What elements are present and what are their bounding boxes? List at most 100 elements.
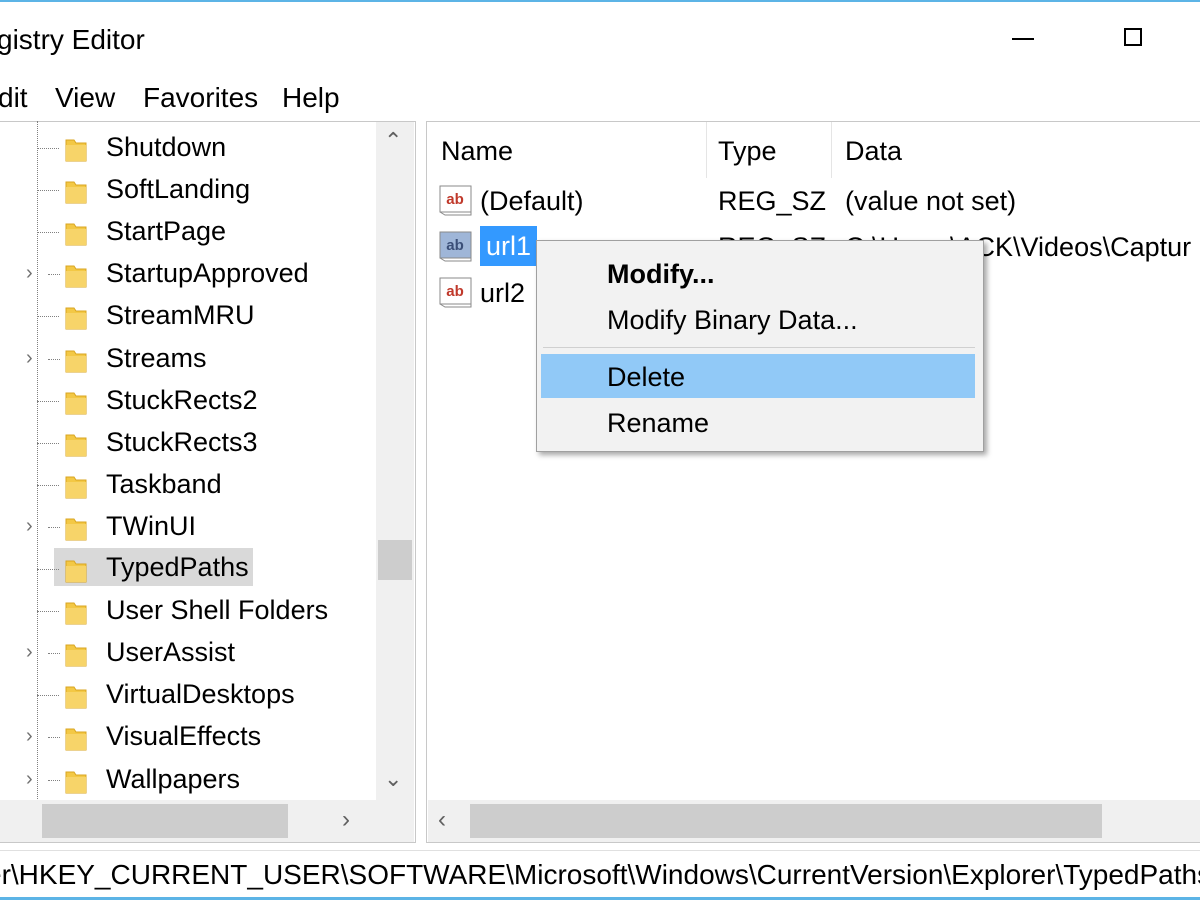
menu-separator: [543, 347, 975, 348]
tree-item[interactable]: Taskband: [0, 463, 376, 505]
folder-icon: [65, 139, 87, 162]
folder-icon: [65, 265, 87, 288]
string-value-icon: ab: [439, 231, 472, 262]
tree-item-label: Taskband: [106, 468, 222, 499]
maximize-button[interactable]: [1124, 28, 1142, 46]
column-header-data[interactable]: Data: [845, 136, 902, 167]
tree-item-label: StuckRects2: [106, 384, 258, 415]
chevron-right-icon[interactable]: ›: [26, 262, 33, 285]
tree-item[interactable]: › TWinUI: [0, 505, 376, 547]
tree-item-label: UserAssist: [106, 637, 236, 668]
tree-item[interactable]: TypedPaths: [0, 547, 376, 589]
tree-connector: [48, 779, 60, 781]
tree-item-label: StreamMRU: [106, 300, 255, 331]
tree-item-label: User Shell Folders: [106, 595, 329, 626]
list-hscroll-thumb[interactable]: [470, 804, 1102, 838]
menu-item-label: Rename: [607, 408, 710, 438]
status-bar: er\HKEY_CURRENT_USER\SOFTWARE\Microsoft\…: [0, 850, 1200, 899]
menu-view[interactable]: View: [55, 82, 115, 114]
folder-icon: [65, 307, 87, 330]
tree-connector: [48, 737, 60, 739]
tree-item[interactable]: › VisualEffects: [0, 715, 376, 757]
tree-item[interactable]: StuckRects3: [0, 421, 376, 463]
menu-help[interactable]: Help: [282, 82, 340, 114]
tree-item-label: SoftLanding: [106, 174, 251, 205]
tree-connector: [48, 653, 60, 655]
menu-item-modify-binary[interactable]: Modify Binary Data...: [541, 297, 975, 341]
tree-scroll-thumb[interactable]: [378, 540, 412, 580]
tree-item[interactable]: › Streams: [0, 337, 376, 379]
menu-item-rename[interactable]: Rename: [541, 400, 975, 444]
tree-item-label: TWinUI: [106, 510, 196, 541]
folder-icon: [65, 602, 87, 625]
list-horizontal-scrollbar[interactable]: ‹: [428, 800, 1200, 842]
string-value-icon: ab: [439, 277, 472, 308]
menu-item-delete[interactable]: Delete: [541, 354, 975, 398]
folder-icon: [65, 686, 87, 709]
tree-item-label: StartupApproved: [106, 258, 309, 289]
tree-hscroll-thumb[interactable]: [42, 804, 288, 838]
value-type: REG_SZ: [718, 186, 827, 216]
folder-icon: [65, 181, 87, 204]
context-menu: Modify... Modify Binary Data... Delete R…: [536, 240, 984, 452]
values-list-pane[interactable]: Name Type Data ab (Default) REG_SZ (value n…: [426, 121, 1200, 843]
chevron-right-icon[interactable]: ›: [26, 768, 33, 791]
svg-text:ab: ab: [446, 237, 464, 254]
value-data: (value not set): [845, 186, 1017, 216]
tree-connector: [37, 316, 59, 318]
chevron-right-icon[interactable]: ›: [26, 515, 33, 538]
menu-edit[interactable]: dit: [0, 82, 28, 114]
menu-item-modify[interactable]: Modify...: [541, 251, 975, 295]
menu-favorites[interactable]: Favorites: [143, 82, 258, 114]
tree-connector: [48, 526, 60, 528]
registry-value-row[interactable]: ab (Default) REG_SZ (value not set): [427, 180, 1200, 224]
tree-item[interactable]: Shutdown: [0, 126, 376, 168]
folder-icon: [65, 518, 87, 541]
tree-connector: [37, 695, 59, 697]
scroll-left-icon[interactable]: ‹: [438, 806, 446, 834]
menu-item-label: Modify...: [607, 259, 715, 289]
column-separator[interactable]: [831, 122, 832, 178]
menu-bar: dit View Favorites Help: [0, 74, 1200, 118]
tree-item-label: VisualEffects: [106, 721, 262, 752]
tree-connector: [37, 232, 59, 234]
tree-item[interactable]: StuckRects2: [0, 379, 376, 421]
tree-item-label: Shutdown: [106, 132, 227, 162]
tree-pane[interactable]: Shutdown SoftLanding StartPage › StartupAppr…: [0, 121, 416, 843]
window-title: gistry Editor: [0, 24, 145, 55]
tree-item[interactable]: StreamMRU: [0, 294, 376, 336]
tree-item[interactable]: › UserAssist: [0, 631, 376, 673]
value-name: url2: [480, 278, 526, 308]
minimize-button[interactable]: [1012, 38, 1034, 40]
folder-icon: [65, 434, 87, 457]
chevron-right-icon[interactable]: ›: [26, 347, 33, 370]
scroll-up-icon[interactable]: ⌃: [384, 128, 402, 154]
tree-item[interactable]: › StartupApproved: [0, 252, 376, 294]
tree-connector: [37, 400, 59, 402]
tree-item-label: StartPage: [106, 216, 227, 247]
tree-connector: [37, 148, 59, 149]
tree-item[interactable]: User Shell Folders: [0, 589, 376, 631]
menu-item-label: Delete: [607, 362, 686, 392]
column-separator[interactable]: [706, 122, 707, 178]
tree-item-label: Streams: [106, 342, 207, 373]
chevron-right-icon[interactable]: ›: [26, 725, 33, 748]
folder-icon: [65, 476, 87, 499]
tree-connector: [37, 484, 59, 486]
string-value-icon: ab: [439, 185, 472, 216]
svg-text:ab: ab: [446, 191, 464, 208]
column-header-name[interactable]: Name: [441, 136, 513, 167]
scroll-right-icon[interactable]: ›: [342, 806, 350, 834]
tree-item[interactable]: › Wallpapers: [0, 758, 376, 800]
tree-item[interactable]: StartPage: [0, 210, 376, 252]
tree-item[interactable]: VirtualDesktops: [0, 673, 376, 715]
tree-vertical-scrollbar[interactable]: ⌃ ⌄: [376, 122, 414, 800]
tree-horizontal-scrollbar[interactable]: ›: [0, 800, 414, 842]
tree-connector: [48, 274, 60, 276]
status-path: er\HKEY_CURRENT_USER\SOFTWARE\Microsoft\…: [0, 859, 1200, 890]
folder-icon: [65, 223, 87, 246]
tree-item[interactable]: SoftLanding: [0, 168, 376, 210]
chevron-right-icon[interactable]: ›: [26, 641, 33, 664]
scroll-down-icon[interactable]: ⌄: [384, 766, 402, 792]
column-header-type[interactable]: Type: [718, 136, 777, 167]
